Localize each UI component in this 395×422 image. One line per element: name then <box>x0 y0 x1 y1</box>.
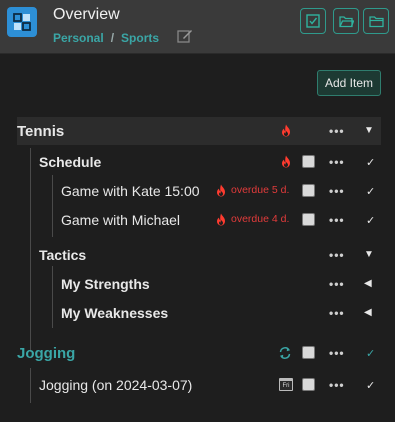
calendar-day-label: Fri <box>282 382 290 389</box>
weaknesses-expand-icon[interactable]: ◀ <box>364 307 372 318</box>
tree-label-tactics: Tactics <box>39 247 87 263</box>
tennis-row-background <box>17 117 381 145</box>
strengths-expand-icon[interactable]: ◀ <box>364 278 372 289</box>
flame-icon <box>217 184 225 197</box>
flame-icon <box>217 213 225 226</box>
flame-icon <box>282 155 290 168</box>
tree-row-weaknesses[interactable]: My Weaknesses <box>61 299 168 327</box>
jogging-item-done-icon[interactable]: ✓ <box>366 379 375 392</box>
page-title: Overview <box>53 6 120 23</box>
game-michael-done-icon[interactable]: ✓ <box>366 214 375 227</box>
tree-label-weaknesses: My Weaknesses <box>61 305 169 321</box>
game-kate-done-icon[interactable]: ✓ <box>366 185 375 198</box>
tree-label-jogging-item: Jogging (on 2024-03-07) <box>39 377 193 393</box>
game-michael-menu-icon[interactable]: ••• <box>329 213 345 227</box>
tree-label-jogging: Jogging <box>17 344 76 362</box>
repeat-icon <box>279 347 291 359</box>
strengths-menu-icon[interactable]: ••• <box>329 277 345 291</box>
tree-label-schedule: Schedule <box>39 154 102 170</box>
game-michael-overdue-badge: overdue 4 d. <box>231 213 290 225</box>
open-folder-button[interactable] <box>333 8 359 34</box>
jogging-item-checkbox[interactable] <box>302 378 315 391</box>
add-item-button[interactable]: Add Item <box>317 70 381 96</box>
tree-row-strengths[interactable]: My Strengths <box>61 270 150 298</box>
game-kate-overdue-badge: overdue 5 d. <box>231 184 290 196</box>
header-bar: Overview Personal / Sports <box>0 0 395 54</box>
tactics-collapse-icon[interactable]: ▼ <box>364 249 374 260</box>
jogging-item-menu-icon[interactable]: ••• <box>329 378 345 392</box>
app-logo-icon[interactable] <box>7 7 37 37</box>
tree-row-game-kate[interactable]: Game with Kate 15:00 <box>61 177 200 205</box>
jogging-checkbox[interactable] <box>302 346 315 359</box>
tree-row-schedule[interactable]: Schedule <box>39 148 101 176</box>
calendar-icon: Fri <box>279 378 293 391</box>
breadcrumb-sports[interactable]: Sports <box>121 31 159 45</box>
schedule-checkbox[interactable] <box>302 155 315 168</box>
breadcrumb-personal[interactable]: Personal <box>53 31 104 45</box>
weaknesses-menu-icon[interactable]: ••• <box>329 306 345 320</box>
tree-label-strengths: My Strengths <box>61 276 150 292</box>
tactics-menu-icon[interactable]: ••• <box>329 248 345 262</box>
tree-row-game-michael[interactable]: Game with Michael <box>61 206 180 234</box>
tree-label-tennis: Tennis <box>17 122 65 140</box>
game-michael-checkbox[interactable] <box>302 213 315 226</box>
tennis-menu-icon[interactable]: ••• <box>329 124 345 138</box>
game-kate-checkbox[interactable] <box>302 184 315 197</box>
checklist-button[interactable] <box>300 8 326 34</box>
tree-line-tactics <box>52 266 53 328</box>
tree-row-tennis[interactable]: Tennis <box>17 117 64 145</box>
tree-row-jogging-item[interactable]: Jogging (on 2024-03-07) <box>39 371 192 399</box>
checklist-icon <box>306 14 320 28</box>
folder-open-icon <box>338 15 354 27</box>
tree-row-tactics[interactable]: Tactics <box>39 241 86 269</box>
tennis-collapse-icon[interactable]: ▼ <box>364 125 374 136</box>
tree-line-tennis <box>30 148 31 352</box>
tree-label-game-kate: Game with Kate 15:00 <box>61 183 200 199</box>
tree-row-jogging[interactable]: Jogging <box>17 339 75 367</box>
game-kate-menu-icon[interactable]: ••• <box>329 184 345 198</box>
tree-line-jogging <box>30 368 31 403</box>
breadcrumb-separator: / <box>110 31 115 45</box>
jogging-menu-icon[interactable]: ••• <box>329 346 345 360</box>
folder-icon <box>368 15 384 27</box>
flame-icon <box>282 124 290 137</box>
breadcrumb: Personal / Sports <box>53 31 159 45</box>
tree-label-game-michael: Game with Michael <box>61 212 181 228</box>
schedule-done-icon[interactable]: ✓ <box>366 156 375 169</box>
edit-pencil-icon[interactable] <box>177 28 193 49</box>
jogging-done-icon[interactable]: ✓ <box>366 347 375 360</box>
tree-line-schedule <box>52 175 53 237</box>
schedule-menu-icon[interactable]: ••• <box>329 155 345 169</box>
folder-button[interactable] <box>363 8 389 34</box>
